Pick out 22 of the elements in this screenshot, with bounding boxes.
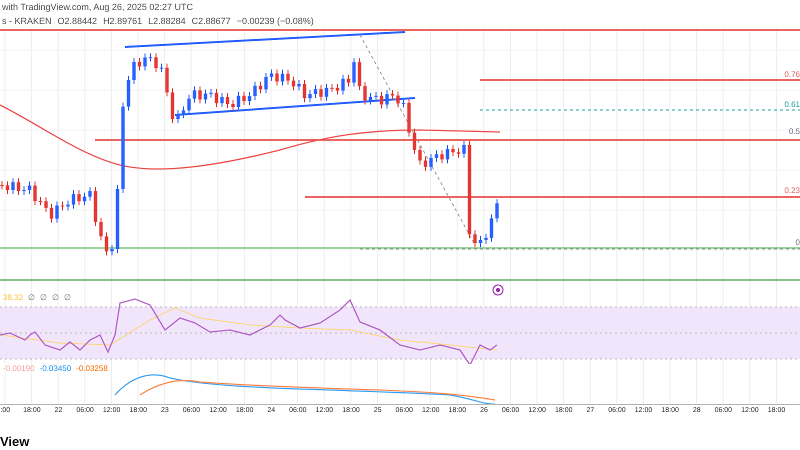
rsi-flag-label: ∅ — [64, 293, 72, 302]
rsi-flag-label: ∅ — [40, 293, 48, 302]
target-icon — [492, 284, 504, 296]
ohlc-value: O2.88442 — [58, 16, 98, 26]
macd-value: -0.00190 — [3, 364, 35, 373]
ohlc-value: C2.88677 — [192, 16, 231, 26]
fib-level-label: 0.23 — [784, 186, 800, 195]
chart-caption: with TradingView.com, Aug 26, 2025 02:27 UTC — [2, 2, 193, 12]
fib-level-label: 0.5 — [788, 127, 800, 136]
symbol-label: s - KRAKEN — [2, 16, 52, 26]
rsi-flag-label: ∅ — [52, 293, 60, 302]
ohlc-value: L2.88284 — [148, 16, 186, 26]
fib-level-label: 0.76 — [784, 70, 800, 79]
ohlc-value: H2.89761 — [103, 16, 142, 26]
macd-value: -0.03450 — [40, 364, 72, 373]
fib-level-label: 0 — [796, 238, 800, 247]
footer-title: View — [0, 434, 30, 449]
ohlc-value: −0.00239 (−0.08%) — [236, 16, 314, 26]
rsi-flag-label: ∅ — [28, 293, 36, 302]
fib-level-label: 0.61 — [784, 100, 800, 109]
macd-value: -0.03258 — [76, 364, 108, 373]
rsi-value: 38.32 — [3, 293, 24, 302]
